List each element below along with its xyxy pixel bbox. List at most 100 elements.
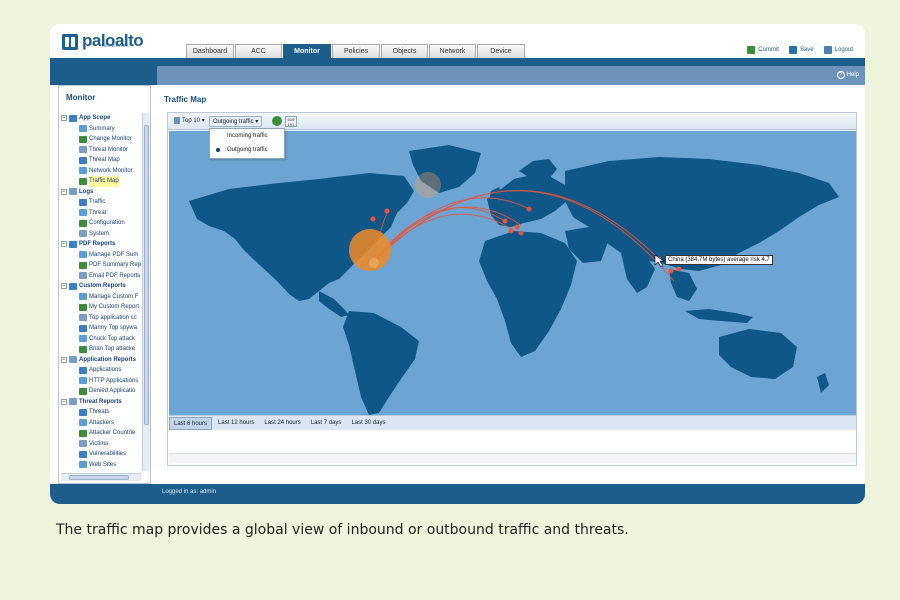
logo-icon: [62, 34, 78, 50]
tree-item-label: Top application cc: [89, 314, 137, 321]
folder-icon: [69, 282, 77, 290]
tree-group-pdf-reports[interactable]: − PDF Reports: [61, 239, 141, 250]
tree-item-top-application-cc[interactable]: Top application cc: [61, 313, 141, 324]
header-band: [50, 58, 865, 66]
tree-item-vulnerabilities[interactable]: Vulnerabilities: [61, 449, 141, 460]
time-range-30d[interactable]: Last 30 days: [347, 417, 389, 430]
sidebar-hscroll-thumb[interactable]: [69, 475, 129, 480]
tree-item-denied-applicatio[interactable]: Denied Applicatio: [61, 386, 141, 397]
top-count-select[interactable]: Top 10 ▾: [171, 116, 208, 127]
tree-item-http-applications[interactable]: HTTP Applications: [61, 376, 141, 387]
tab-acc[interactable]: ACC: [235, 44, 282, 58]
report-icon: [79, 219, 87, 227]
dropdown-option-outgoing[interactable]: Outgoing traffic: [210, 143, 284, 157]
tree-item-label: Vulnerabilities: [89, 451, 127, 457]
tab-device[interactable]: Device: [477, 44, 525, 58]
save-icon: [788, 46, 797, 54]
tree-item-label: Brian Top attacke: [89, 346, 136, 352]
time-range-6h[interactable]: Last 6 hours: [169, 416, 213, 430]
tree-group-logs[interactable]: − Logs: [61, 187, 141, 198]
traffic-dot-taiwan: [676, 266, 682, 272]
tree-item-manny-top-spywa[interactable]: Manny Top spywa: [61, 323, 141, 334]
tree-item-system[interactable]: System: [61, 229, 141, 240]
tab-network[interactable]: Network: [429, 44, 476, 58]
tree-item-attacker-countrie[interactable]: Attacker Countrie: [61, 428, 141, 439]
tab-policies[interactable]: Policies: [332, 44, 380, 58]
collapse-icon[interactable]: −: [61, 356, 67, 363]
tab-dashboard[interactable]: Dashboard: [186, 44, 234, 58]
tree-item-manage-pdf-sum[interactable]: Manage PDF Sum: [61, 250, 141, 261]
report-icon: [79, 450, 87, 458]
tree-item-label: Network Monitor: [89, 167, 133, 174]
tree-item-network-monitor[interactable]: Network Monitor: [61, 166, 141, 177]
tree-group-threat-reports[interactable]: − Threat Reports: [61, 397, 141, 408]
tree-item-label: Traffic Map: [89, 176, 119, 187]
report-icon: [79, 146, 87, 154]
tree-item-attackers[interactable]: Attackers: [61, 418, 141, 429]
binary-view-icon[interactable]: 010 101: [285, 116, 297, 127]
tree-item-change-monitor[interactable]: Change Monitor: [61, 134, 141, 145]
time-range-bar: Last 6 hours Last 12 hours Last 24 hours…: [169, 415, 856, 430]
report-icon: [79, 125, 87, 133]
dropdown-option-incoming[interactable]: Incoming traffic: [210, 129, 284, 143]
tab-monitor[interactable]: Monitor: [283, 44, 331, 58]
tree-item-pdf-summary-rep[interactable]: PDF Summary Rep: [61, 260, 141, 271]
tree-item-email-pdf-reports[interactable]: Email PDF Reports: [61, 271, 141, 282]
time-range-7d[interactable]: Last 7 days: [307, 417, 346, 430]
tree-item-label: My Custom Report: [89, 304, 140, 310]
tree-item-traffic[interactable]: Traffic: [61, 197, 141, 208]
commit-button[interactable]: Commit: [747, 46, 779, 54]
sidebar-scroll-thumb[interactable]: [144, 125, 149, 425]
sidebar-vertical-scrollbar[interactable]: [142, 113, 150, 471]
time-range-12h[interactable]: Last 12 hours: [214, 417, 258, 430]
traffic-dot-germany: [514, 224, 520, 230]
panel-horizontal-scrollbar[interactable]: [169, 453, 856, 463]
collapse-icon[interactable]: −: [61, 283, 67, 290]
direction-dropdown-menu: Incoming traffic Outgoing traffic: [209, 128, 285, 159]
refresh-icon[interactable]: [272, 116, 282, 126]
figure-caption: The traffic map provides a global view o…: [56, 522, 629, 538]
report-icon: [79, 251, 87, 259]
report-icon: [79, 419, 87, 427]
sidebar-band: [50, 66, 157, 85]
sidebar: Monitor − App Scope Summary Change Monitor T…: [58, 85, 151, 484]
land-south-america: [343, 311, 419, 415]
save-button[interactable]: Save: [788, 46, 814, 54]
tree-item-traffic-map[interactable]: Traffic Map: [61, 176, 141, 187]
collapse-icon[interactable]: −: [61, 115, 67, 122]
content-band: ? Help: [157, 66, 865, 85]
collapse-icon[interactable]: −: [61, 188, 67, 195]
tree-item-chuck-top-attack[interactable]: Chuck Top attack: [61, 334, 141, 345]
report-icon: [79, 408, 87, 416]
logout-icon: [823, 46, 832, 54]
tree-item-configuration[interactable]: Configuration: [61, 218, 141, 229]
collapse-icon[interactable]: −: [61, 241, 67, 248]
direction-select[interactable]: Outgoing traffic ▾: [209, 116, 263, 127]
tree-group-custom-reports[interactable]: − Custom Reports: [61, 281, 141, 292]
tree-item-label: Threat Monitor: [89, 146, 129, 153]
tree-item-threats[interactable]: Threats: [61, 407, 141, 418]
tree-item-manage-custom-f[interactable]: Manage Custom F: [61, 292, 141, 303]
tree-group-application-reports[interactable]: − Application Reports: [61, 355, 141, 366]
tree-item-web-sites[interactable]: Web Sites: [61, 460, 141, 471]
tree-group-app-scope[interactable]: − App Scope: [61, 113, 141, 124]
world-map[interactable]: China (384.7M bytes) average risk 4.7: [169, 131, 856, 415]
sidebar-horizontal-scrollbar[interactable]: [61, 473, 141, 481]
tab-objects[interactable]: Objects: [381, 44, 428, 58]
tree-item-threat-monitor[interactable]: Threat Monitor: [61, 145, 141, 156]
tree-item-victims[interactable]: Victims: [61, 439, 141, 450]
tree-item-label: Logs: [79, 188, 94, 195]
tree-item-my-custom-report[interactable]: My Custom Report: [61, 302, 141, 313]
tree-item-label: Attacker Countrie: [89, 430, 136, 436]
tree-item-applications[interactable]: Applications: [61, 365, 141, 376]
logout-button[interactable]: Logout: [823, 46, 853, 54]
tree-item-threat-map[interactable]: Threat Map: [61, 155, 141, 166]
report-icon: [79, 387, 87, 395]
traffic-bubble-usa-west: [369, 258, 379, 268]
help-button[interactable]: ? Help: [836, 71, 859, 79]
tree-item-brian-top-attacke[interactable]: Brian Top attacke: [61, 344, 141, 355]
tree-item-threat[interactable]: Threat: [61, 208, 141, 219]
collapse-icon[interactable]: −: [61, 398, 67, 405]
tree-item-summary[interactable]: Summary: [61, 124, 141, 135]
time-range-24h[interactable]: Last 24 hours: [260, 417, 304, 430]
